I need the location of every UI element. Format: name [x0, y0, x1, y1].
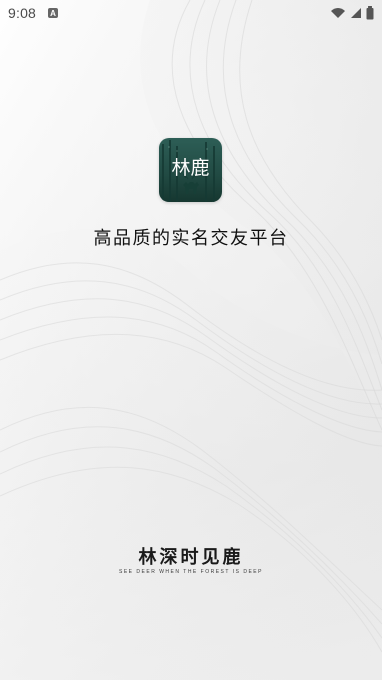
app-logo: 林鹿 — [159, 138, 222, 202]
splash-screen: 9:08 A 林鹿 高品质的实名交友平台 林深时见鹿 SEE DEER WHEN… — [0, 0, 382, 680]
app-tagline: 高品质的实名交友平台 — [93, 228, 289, 249]
a-icon: A — [48, 8, 59, 18]
footer-title: 林深时见鹿 — [138, 547, 244, 568]
footer-subtitle: SEE DEER WHEN THE FOREST IS DEEP — [119, 569, 263, 575]
status-time: 9:08 — [8, 5, 37, 21]
logo-text: 林鹿 — [171, 157, 210, 179]
signal-icon — [351, 8, 361, 18]
status-right — [330, 6, 382, 20]
status-bar: 9:08 A — [0, 0, 382, 26]
status-left: 9:08 A — [0, 5, 59, 21]
background-wave-pattern — [0, 0, 382, 680]
wifi-icon — [331, 8, 345, 18]
battery-icon — [366, 6, 374, 20]
